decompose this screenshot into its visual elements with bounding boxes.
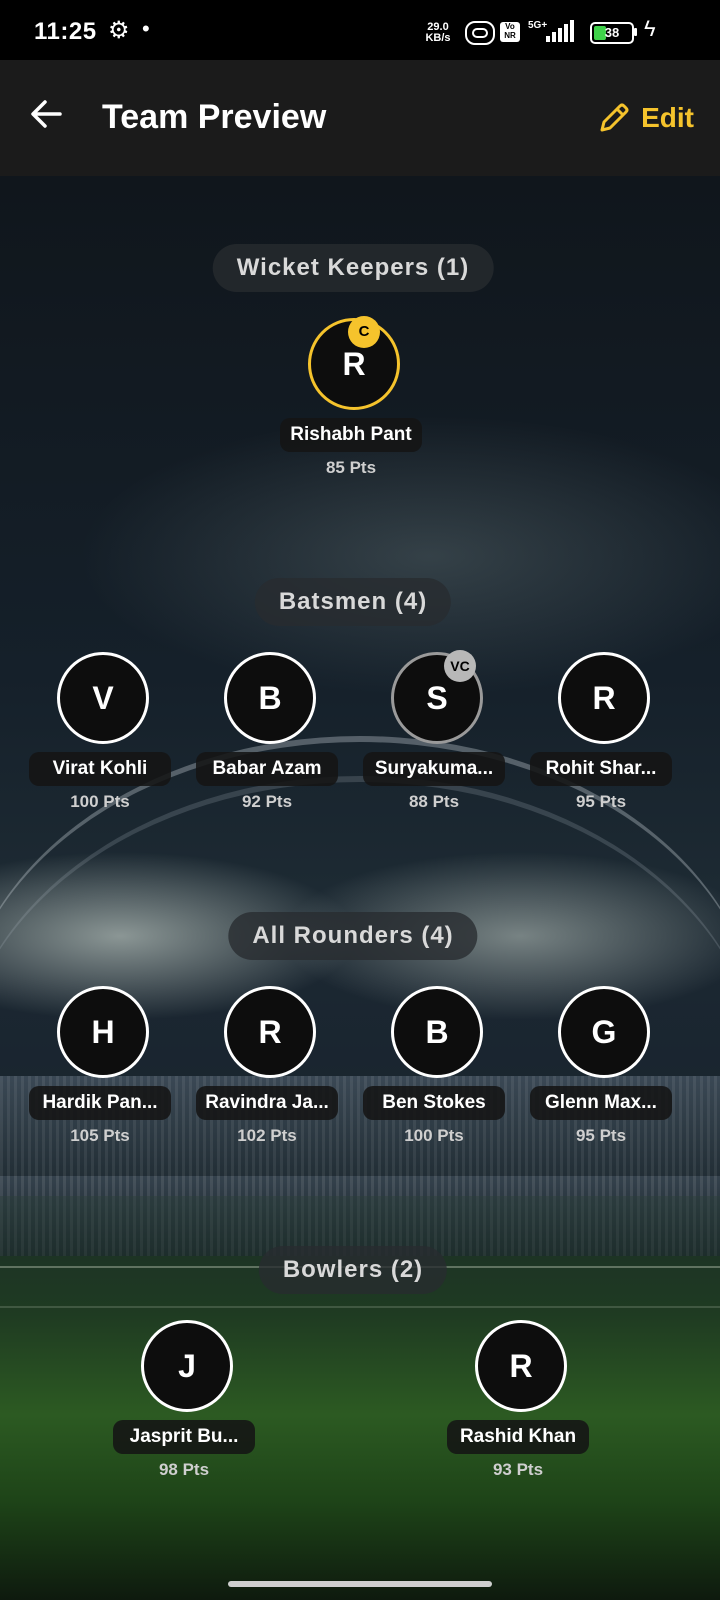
page-title: Team Preview bbox=[102, 98, 327, 136]
player-name: Suryakuma... bbox=[363, 752, 505, 786]
gear-icon: ⚙ bbox=[108, 17, 130, 44]
player-name: Babar Azam bbox=[196, 752, 338, 786]
arrow-left-icon bbox=[31, 100, 62, 128]
player-name: Rohit Shar... bbox=[530, 752, 672, 786]
player-name: Glenn Max... bbox=[530, 1086, 672, 1120]
player-points: 105 Pts bbox=[70, 1126, 130, 1145]
vice-captain-badge: VC bbox=[444, 650, 476, 682]
player-avatar: B bbox=[224, 652, 316, 744]
battery-icon: 38 bbox=[590, 22, 634, 44]
section-label-wicket-keepers: Wicket Keepers (1) bbox=[212, 244, 494, 292]
player-card[interactable]: J Jasprit Bu... 98 Pts bbox=[111, 1320, 261, 1479]
player-name: Virat Kohli bbox=[29, 752, 171, 786]
player-name: Ben Stokes bbox=[363, 1086, 505, 1120]
player-name: Jasprit Bu... bbox=[113, 1420, 255, 1454]
section-label-all-rounders: All Rounders (4) bbox=[228, 912, 478, 960]
player-card[interactable]: B Babar Azam 92 Pts bbox=[194, 652, 344, 811]
player-points: 93 Pts bbox=[492, 1460, 544, 1479]
network-speed: 29.0 KB/s bbox=[425, 21, 451, 44]
pencil-icon bbox=[600, 103, 629, 132]
player-name: Rashid Khan bbox=[447, 1420, 589, 1454]
notification-dot-icon: • bbox=[142, 16, 150, 41]
player-avatar: R bbox=[224, 986, 316, 1078]
section-label-bowlers: Bowlers (2) bbox=[258, 1246, 448, 1294]
player-avatar: R bbox=[558, 652, 650, 744]
player-card[interactable]: B Ben Stokes 100 Pts bbox=[361, 986, 511, 1145]
home-indicator[interactable] bbox=[228, 1581, 492, 1587]
player-avatar: H bbox=[57, 986, 149, 1078]
captain-badge: C bbox=[348, 316, 380, 348]
player-avatar: B bbox=[391, 986, 483, 1078]
status-bar: 11:25 ⚙ • 29.0 KB/s Vo NR 5G+ 38 ϟ bbox=[0, 0, 720, 60]
player-avatar: J bbox=[141, 1320, 233, 1412]
player-name: Ravindra Ja... bbox=[196, 1086, 338, 1120]
status-icons: 29.0 KB/s Vo NR 5G+ 38 ϟ bbox=[420, 0, 720, 60]
player-avatar: V bbox=[57, 652, 149, 744]
status-time: 11:25 bbox=[34, 18, 97, 45]
player-points: 85 Pts bbox=[325, 458, 377, 477]
back-button[interactable] bbox=[26, 94, 66, 134]
player-avatar: R bbox=[475, 1320, 567, 1412]
player-card[interactable]: R Rashid Khan 93 Pts bbox=[445, 1320, 595, 1479]
player-card[interactable]: G Glenn Max... 95 Pts bbox=[528, 986, 678, 1145]
player-card[interactable]: R C Rishabh Pant 85 Pts bbox=[278, 316, 428, 477]
player-card[interactable]: S VC Suryakuma... 88 Pts bbox=[361, 650, 511, 811]
signal-icon: 5G+ bbox=[528, 20, 578, 44]
player-points: 88 Pts bbox=[408, 792, 460, 811]
vonr-icon: Vo NR bbox=[500, 22, 520, 42]
player-card[interactable]: H Hardik Pan... 105 Pts bbox=[27, 986, 177, 1145]
section-label-batsmen: Batsmen (4) bbox=[254, 578, 452, 626]
player-points: 95 Pts bbox=[575, 792, 627, 811]
player-points: 95 Pts bbox=[575, 1126, 627, 1145]
player-avatar: G bbox=[558, 986, 650, 1078]
player-name: Hardik Pan... bbox=[29, 1086, 171, 1120]
player-points: 100 Pts bbox=[70, 792, 130, 811]
edit-button[interactable]: Edit bbox=[597, 98, 694, 138]
player-points: 92 Pts bbox=[241, 792, 293, 811]
player-points: 102 Pts bbox=[237, 1126, 297, 1145]
player-points: 98 Pts bbox=[158, 1460, 210, 1479]
player-card[interactable]: R Ravindra Ja... 102 Pts bbox=[194, 986, 344, 1145]
player-points: 100 Pts bbox=[404, 1126, 464, 1145]
charging-icon: ϟ bbox=[644, 16, 656, 41]
player-name: Rishabh Pant bbox=[280, 418, 422, 452]
player-card[interactable]: R Rohit Shar... 95 Pts bbox=[528, 652, 678, 811]
player-card[interactable]: V Virat Kohli 100 Pts bbox=[27, 652, 177, 811]
hd-icon bbox=[465, 21, 495, 45]
app-header: Team Preview Edit bbox=[0, 60, 720, 176]
